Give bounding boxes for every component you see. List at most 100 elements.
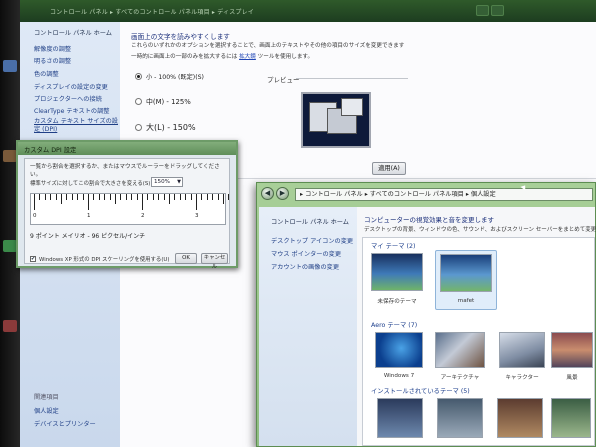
ruler-tick [66, 194, 68, 200]
theme-thumbnail [551, 332, 593, 368]
ok-button[interactable]: OK [175, 253, 197, 264]
page-title: 画面上の文字を読みやすくします [131, 33, 230, 41]
ruler-tick [152, 194, 154, 200]
ruler-tick [228, 194, 230, 200]
ruler-tick [50, 194, 52, 200]
preview-window-shape [341, 98, 363, 116]
desktop-icon[interactable] [3, 60, 17, 72]
ruler-tick [120, 194, 122, 200]
theme-tile-characters[interactable]: キャラクター [499, 332, 551, 382]
sidebar-item-custom-dpi[interactable]: カスタム テキスト サイズの設定 (DPI) [34, 118, 118, 134]
cancel-button[interactable]: キャンセル [201, 253, 228, 270]
sidebar-item-projector[interactable]: プロジェクターへの接続 [34, 94, 102, 103]
sidebar-item-display-settings[interactable]: ディスプレイの設定の変更 [34, 82, 108, 91]
ruler-tick [206, 194, 208, 200]
theme-tile-mafet[interactable]: mafet [435, 250, 497, 310]
installed-theme-thumbnail[interactable] [377, 398, 423, 438]
maximize-button[interactable] [491, 5, 504, 16]
magnifier-hint-suffix: ツールを使用します。 [257, 54, 314, 60]
installed-theme-thumbnail[interactable] [497, 398, 543, 438]
magnifier-link[interactable]: 拡大鏡 [239, 54, 256, 60]
minimize-button[interactable] [476, 5, 489, 16]
display-window-title: コントロール パネル ▸ すべてのコントロール パネル項目 ▸ ディスプレイ [50, 9, 254, 16]
aero-themes-heading: Aero テーマ (7) [371, 322, 418, 329]
dpi-scale-value: 150% [154, 179, 170, 185]
ruler-tick [174, 194, 176, 200]
desktop-icon[interactable] [3, 240, 17, 252]
page-description: これらのいずれかのオプションを選択することで、画面上のテキストやその他の項目のサ… [131, 43, 405, 49]
size-option-medium-label: 中(M) - 125% [146, 98, 191, 106]
dpi-instruction: 一覧から割合を選択するか、またはマウスでルーラーをドラッグしてください。 [30, 164, 220, 178]
size-option-medium[interactable]: 中(M) - 125% [135, 96, 191, 106]
ruler-tick [104, 194, 106, 200]
ruler-number: 0 [33, 213, 37, 219]
theme-thumbnail [371, 253, 423, 291]
sidebar-item-devices-printers[interactable]: デバイスとプリンター [34, 419, 96, 428]
ruler-tick [44, 194, 46, 200]
ruler-tick [179, 194, 181, 200]
ruler-tick [93, 194, 95, 200]
xp-scaling-checkbox[interactable]: ✔ [30, 256, 36, 262]
ruler-tick [61, 194, 62, 204]
ruler-number: 1 [87, 213, 91, 219]
sidebar-control-panel-home[interactable]: コントロール パネル ホーム [271, 217, 349, 226]
sidebar-item-color[interactable]: 色の調整 [34, 69, 59, 78]
installed-theme-thumbnail[interactable] [437, 398, 483, 438]
custom-dpi-dialog: カスタム DPI 設定 一覧から割合を選択するか、またはマウスでルーラーをドラッ… [16, 140, 238, 270]
ruler-tick [98, 194, 100, 200]
xp-scaling-label: Windows XP 形式の DPI スケーリングを使用する(U) [39, 257, 170, 263]
ruler-number: 3 [195, 213, 199, 219]
theme-thumbnail [375, 332, 423, 368]
sidebar-item-cleartype[interactable]: ClearType テキストの調整 [34, 106, 110, 115]
dpi-dialog-title: カスタム DPI 設定 [18, 142, 236, 155]
theme-tile-windows7[interactable]: Windows 7 [375, 332, 431, 382]
sidebar-control-panel-home[interactable]: コントロール パネル ホーム [34, 28, 112, 37]
size-option-small-label: 小 - 100% (既定)(S) [146, 74, 204, 81]
theme-name: 風景 [566, 375, 578, 381]
desktop-icon[interactable] [3, 150, 17, 162]
radio-button-medium[interactable] [135, 97, 142, 105]
back-arrow-icon[interactable]: ◀ [261, 187, 274, 200]
dpi-scale-label: 標準サイズに対してこの割合で大きさを変える(S): [30, 181, 153, 187]
magnifier-hint-prefix: 一時的に画面上の一部のみを拡大するには [131, 54, 238, 60]
size-option-large[interactable]: 大(L) - 150% [135, 122, 196, 133]
ruler-tick [147, 194, 149, 200]
sidebar-item-account-picture[interactable]: アカウントの画像の変更 [271, 262, 339, 271]
theme-tile-landscapes[interactable]: 風景 [551, 332, 595, 382]
my-themes-heading: マイ テーマ (2) [371, 243, 416, 250]
dpi-ruler[interactable]: 0 1 2 3 [30, 193, 230, 225]
ruler-tick [71, 194, 73, 200]
preview-image [301, 92, 371, 148]
radio-button-small[interactable] [135, 73, 142, 80]
ruler-tick [201, 194, 203, 200]
theme-name: アーキテクチャ [440, 375, 480, 381]
dpi-scale-select[interactable]: 150% ▼ [151, 177, 183, 187]
ruler-tick [196, 194, 197, 210]
apply-button[interactable]: 適用(A) [372, 162, 406, 175]
sidebar-item-desktop-icons[interactable]: デスクトップ アイコンの変更 [271, 236, 353, 245]
xp-scaling-option[interactable]: ✔ Windows XP 形式の DPI スケーリングを使用する(U) [30, 255, 169, 263]
desktop-icon[interactable] [3, 320, 17, 332]
address-bar[interactable]: ▸ コントロール パネル ▸ すべてのコントロール パネル項目 ▸ 個人設定 [295, 188, 593, 201]
ruler-tick [223, 194, 224, 204]
sidebar-item-personalization[interactable]: 個人設定 [34, 406, 59, 415]
ruler-tick [34, 194, 35, 210]
installed-theme-thumbnail[interactable] [551, 398, 591, 438]
sidebar-item-brightness[interactable]: 明るさの調整 [34, 56, 71, 65]
ruler-tick [131, 194, 133, 200]
magnifier-hint: 一時的に画面上の一部のみを拡大するには 拡大鏡 ツールを使用します。 [131, 52, 313, 60]
theme-tile-architecture[interactable]: アーキテクチャ [435, 332, 495, 382]
theme-tile-unsaved[interactable]: 未保存のテーマ [371, 253, 429, 309]
ruler-tick [142, 194, 143, 210]
theme-name: mafet [457, 298, 475, 304]
theme-name: 未保存のテーマ [377, 299, 417, 305]
theme-thumbnail [499, 332, 545, 368]
radio-button-large[interactable] [135, 124, 142, 131]
sidebar-item-resolution[interactable]: 解像度の調整 [34, 44, 71, 53]
size-option-small[interactable]: 小 - 100% (既定)(S) [135, 72, 204, 81]
preview-label: プレビュー [267, 76, 300, 84]
ruler-tick [39, 194, 41, 200]
sidebar-item-mouse-pointer[interactable]: マウス ポインターの変更 [271, 249, 341, 258]
forward-arrow-icon[interactable]: ▶ [276, 187, 289, 200]
ruler-tick [217, 194, 219, 200]
